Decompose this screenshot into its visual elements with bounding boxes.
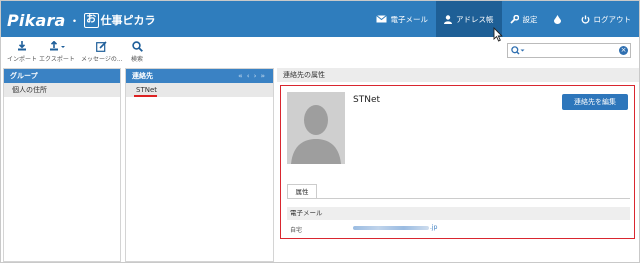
email-address-redacted <box>353 226 429 230</box>
import-label: インポート <box>7 56 38 63</box>
power-icon <box>581 15 590 24</box>
search-options-icon[interactable] <box>511 46 525 57</box>
compose-icon <box>81 40 123 52</box>
envelope-icon <box>375 15 387 23</box>
wrench-icon <box>509 14 519 24</box>
contact-avatar <box>287 92 345 164</box>
edit-contact-button[interactable]: 連絡先を編集 <box>562 94 628 110</box>
nav-drop[interactable] <box>546 1 573 37</box>
group-item[interactable]: 個人の住所 <box>4 83 120 97</box>
detail-header: 連絡先の属性 <box>277 68 639 82</box>
nav-settings-label: 設定 <box>522 14 538 24</box>
logo-subtitle: 仕事ピカラ <box>100 14 156 27</box>
red-underline-annotation <box>134 95 157 97</box>
search-button-label: 検索 <box>131 56 144 63</box>
email-section-header: 電子メール <box>287 207 630 220</box>
logo-separator: ・ <box>68 13 81 28</box>
email-link[interactable]: .jp <box>353 224 439 231</box>
groups-panel: グループ 個人の住所 <box>3 68 121 262</box>
contact-name: STNet <box>353 95 381 105</box>
message-button[interactable]: メッセージの... <box>81 40 123 63</box>
main-nav: 電子メール アドレス帳 設定 ログアウト <box>368 1 640 37</box>
contact-list-item[interactable]: STNet <box>126 83 273 97</box>
tab-divider <box>287 198 630 199</box>
quick-search-input[interactable]: × <box>507 43 631 58</box>
logo[interactable]: Pikara ・ お 仕事ピカラ <box>7 9 156 31</box>
contact-card-highlight: STNet 連絡先を編集 属性 電子メール 自宅 .jp <box>280 85 635 239</box>
email-type-label: 自宅 <box>290 227 303 234</box>
contacts-header-label: 連絡先 <box>132 72 153 80</box>
user-icon <box>444 14 452 24</box>
contact-item-label: STNet <box>136 86 158 94</box>
import-button[interactable]: インポート <box>7 40 37 63</box>
tab-properties[interactable]: 属性 <box>287 184 317 199</box>
nav-logout-label: ログアウト <box>593 14 632 24</box>
drop-icon <box>553 14 561 24</box>
top-bar: Pikara ・ お 仕事ピカラ 電子メール アドレス帳 設定 ログアウト <box>1 1 639 37</box>
app-window: Pikara ・ お 仕事ピカラ 電子メール アドレス帳 設定 ログアウト イン… <box>0 0 640 263</box>
message-label: メッセージの... <box>81 56 123 63</box>
nav-mail-label: 電子メール <box>390 14 429 24</box>
email-tld: .jp <box>430 224 438 231</box>
clear-search-icon[interactable]: × <box>619 46 628 55</box>
pager-arrows-icon[interactable]: «‹›» <box>238 69 269 83</box>
export-button[interactable]: エクスポート <box>39 40 75 63</box>
nav-address-label: アドレス帳 <box>456 14 494 24</box>
export-icon <box>39 40 75 52</box>
contacts-panel: 連絡先 «‹›» STNet <box>125 68 274 262</box>
nav-mail[interactable]: 電子メール <box>368 1 437 37</box>
nav-address-book[interactable]: アドレス帳 <box>436 1 502 37</box>
nav-settings[interactable]: 設定 <box>502 1 546 37</box>
logo-badge: お <box>83 12 99 28</box>
logo-text: Pikara <box>7 10 66 30</box>
contacts-header: 連絡先 «‹›» <box>126 69 273 83</box>
export-label: エクスポート <box>39 56 75 63</box>
groups-header: グループ <box>4 69 120 83</box>
search-icon <box>131 40 143 52</box>
nav-logout[interactable]: ログアウト <box>573 1 640 37</box>
import-icon <box>7 40 37 52</box>
mouse-pointer-icon <box>493 26 503 44</box>
search-button[interactable]: 検索 <box>131 40 143 63</box>
